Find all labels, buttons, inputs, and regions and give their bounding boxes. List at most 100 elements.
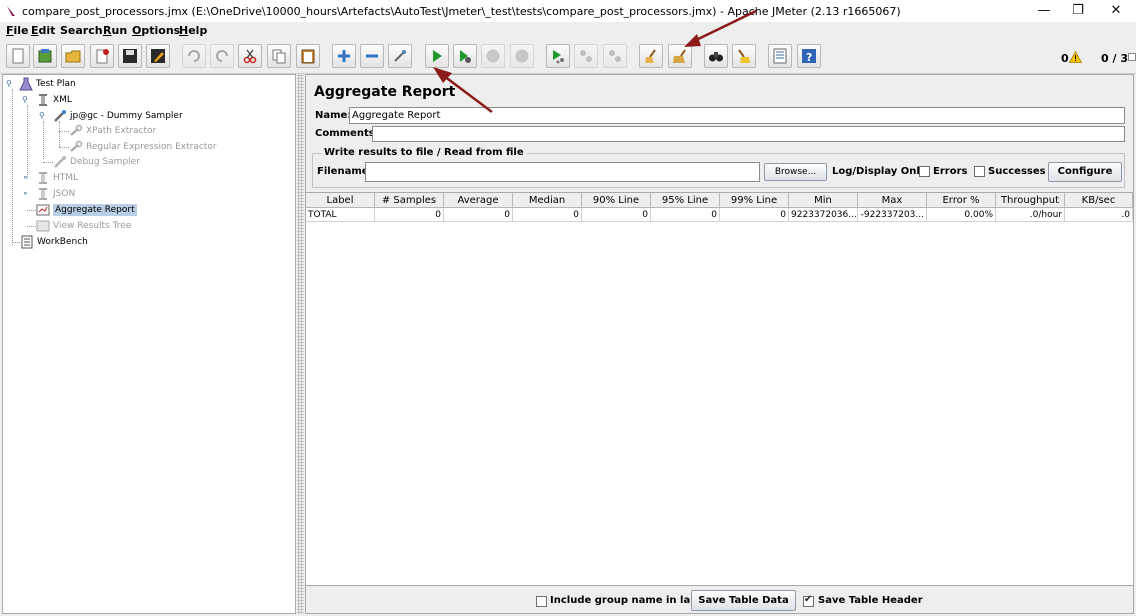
table-cell[interactable]: 0	[720, 208, 789, 222]
name-label: Name:	[315, 110, 352, 121]
expand-toggle[interactable]: ⚬	[22, 189, 29, 198]
menu-options[interactable]: Options	[132, 24, 180, 37]
remote-stop-button[interactable]	[574, 44, 598, 68]
table-cell[interactable]: 0	[375, 208, 444, 222]
tree-node-debug-sampler[interactable]: Debug Sampler	[53, 154, 140, 170]
table-cell[interactable]: TOTAL	[306, 208, 375, 222]
cut-button[interactable]	[238, 44, 262, 68]
expand-all-button[interactable]	[332, 44, 356, 68]
clear-button[interactable]	[639, 44, 663, 68]
save-button[interactable]	[118, 44, 142, 68]
column-header-samples[interactable]: # Samples	[375, 193, 444, 208]
tree-node-workbench[interactable]: WorkBench	[20, 234, 88, 250]
templates-button[interactable]	[33, 44, 57, 68]
column-header-99-line[interactable]: 99% Line	[720, 193, 789, 208]
column-header-label[interactable]: Label	[306, 193, 375, 208]
column-header-90-line[interactable]: 90% Line	[582, 193, 651, 208]
table-cell[interactable]: .0/hour	[996, 208, 1065, 222]
errors-checkbox[interactable]	[919, 166, 930, 177]
tree-node-xml[interactable]: XML	[36, 92, 72, 108]
tree-node-regex-extractor[interactable]: Regular Expression Extractor	[69, 139, 217, 155]
search-button[interactable]	[704, 44, 728, 68]
configure-button[interactable]: Configure	[1048, 162, 1122, 182]
undo-button[interactable]	[182, 44, 206, 68]
minimize-button[interactable]: —	[1026, 2, 1062, 20]
collapse-toggle[interactable]: ⚲	[6, 79, 12, 88]
log-display-only-label: Log/Display Only:	[832, 166, 931, 177]
menu-file[interactable]: File	[6, 24, 29, 37]
menu-help[interactable]: Help	[179, 24, 207, 37]
undo-icon	[188, 50, 200, 62]
include-group-checkbox[interactable]	[536, 596, 547, 607]
panel-splitter[interactable]	[297, 74, 304, 614]
table-cell[interactable]: 9223372036...	[789, 208, 858, 222]
table-cell[interactable]: 0.00%	[927, 208, 996, 222]
help-question-icon: ?	[802, 49, 816, 64]
copy-button[interactable]	[267, 44, 291, 68]
workbench-clipboard-icon	[21, 235, 33, 249]
column-header-average[interactable]: Average	[444, 193, 513, 208]
column-header-95-line[interactable]: 95% Line	[651, 193, 720, 208]
collapse-toggle[interactable]: ⚲	[39, 111, 45, 120]
tree-branch-line	[27, 226, 36, 227]
open-button[interactable]	[61, 44, 85, 68]
column-header-min[interactable]: Min	[789, 193, 858, 208]
table-cell[interactable]: 0	[513, 208, 582, 222]
shutdown-button[interactable]	[510, 44, 534, 68]
menu-run[interactable]: Run	[103, 24, 127, 37]
tree-node-view-results-tree[interactable]: View Results Tree	[36, 218, 131, 234]
tree-node-json[interactable]: JSON	[36, 186, 75, 202]
remote-shutdown-button[interactable]	[603, 44, 627, 68]
menu-search[interactable]: Search	[60, 24, 103, 37]
table-cell[interactable]: -922337203...	[858, 208, 927, 222]
warning-icon[interactable]	[1069, 51, 1082, 63]
comments-input[interactable]	[372, 126, 1125, 142]
tree-node-test-plan[interactable]: Test Plan	[19, 76, 76, 92]
column-header-error-percent[interactable]: Error %	[927, 193, 996, 208]
remote-start-button[interactable]	[546, 44, 570, 68]
tree-guide-line	[59, 121, 60, 147]
column-header-throughput[interactable]: Throughput	[996, 193, 1065, 208]
redo-button[interactable]	[210, 44, 234, 68]
expand-toggle[interactable]: ⚬	[22, 173, 29, 182]
table-cell[interactable]: 0	[651, 208, 720, 222]
jmeter-feather-icon	[7, 6, 15, 16]
paste-button[interactable]	[296, 44, 320, 68]
toggle-button[interactable]	[388, 44, 412, 68]
filename-input[interactable]	[365, 162, 760, 182]
help-button[interactable]: ?	[797, 44, 821, 68]
close-file-button[interactable]	[90, 44, 114, 68]
error-count: 0	[1061, 52, 1069, 65]
save-table-data-button[interactable]: Save Table Data	[691, 590, 796, 611]
table-cell[interactable]: 0	[582, 208, 651, 222]
tree-node-aggregate-report[interactable]: Aggregate Report	[36, 202, 137, 218]
column-header-median[interactable]: Median	[513, 193, 582, 208]
browse-button[interactable]: Browse...	[764, 163, 827, 181]
save-table-header-checkbox[interactable]	[803, 594, 814, 607]
stop-button[interactable]	[481, 44, 505, 68]
new-button[interactable]	[6, 44, 30, 68]
reset-search-button[interactable]	[732, 44, 756, 68]
clear-all-button[interactable]	[668, 44, 692, 68]
column-header-max[interactable]: Max	[858, 193, 927, 208]
successes-checkbox[interactable]	[974, 166, 985, 177]
table-cell[interactable]: 0	[444, 208, 513, 222]
name-input[interactable]: Aggregate Report	[349, 107, 1125, 124]
write-results-group: Write results to file / Read from file F…	[312, 147, 1125, 188]
collapse-all-button[interactable]	[360, 44, 384, 68]
restore-button[interactable]: ❐	[1060, 2, 1096, 20]
thread-group-spool-icon	[39, 172, 47, 184]
tree-node-xpath-extractor[interactable]: XPath Extractor	[69, 123, 156, 139]
redo-icon	[216, 50, 228, 62]
start-no-pauses-button[interactable]	[453, 44, 477, 68]
tree-node-html[interactable]: HTML	[36, 170, 78, 186]
save-as-button[interactable]	[146, 44, 170, 68]
close-button[interactable]: ✕	[1098, 2, 1134, 20]
menu-edit[interactable]: Edit	[31, 24, 55, 37]
column-header-kb-sec[interactable]: KB/sec	[1065, 193, 1133, 208]
table-cell[interactable]: .0	[1065, 208, 1133, 222]
start-button[interactable]	[425, 44, 449, 68]
function-helper-button[interactable]	[768, 44, 792, 68]
tree-node-dummy-sampler[interactable]: jp@gc - Dummy Sampler	[53, 108, 183, 124]
collapse-toggle[interactable]: ⚲	[22, 95, 28, 104]
